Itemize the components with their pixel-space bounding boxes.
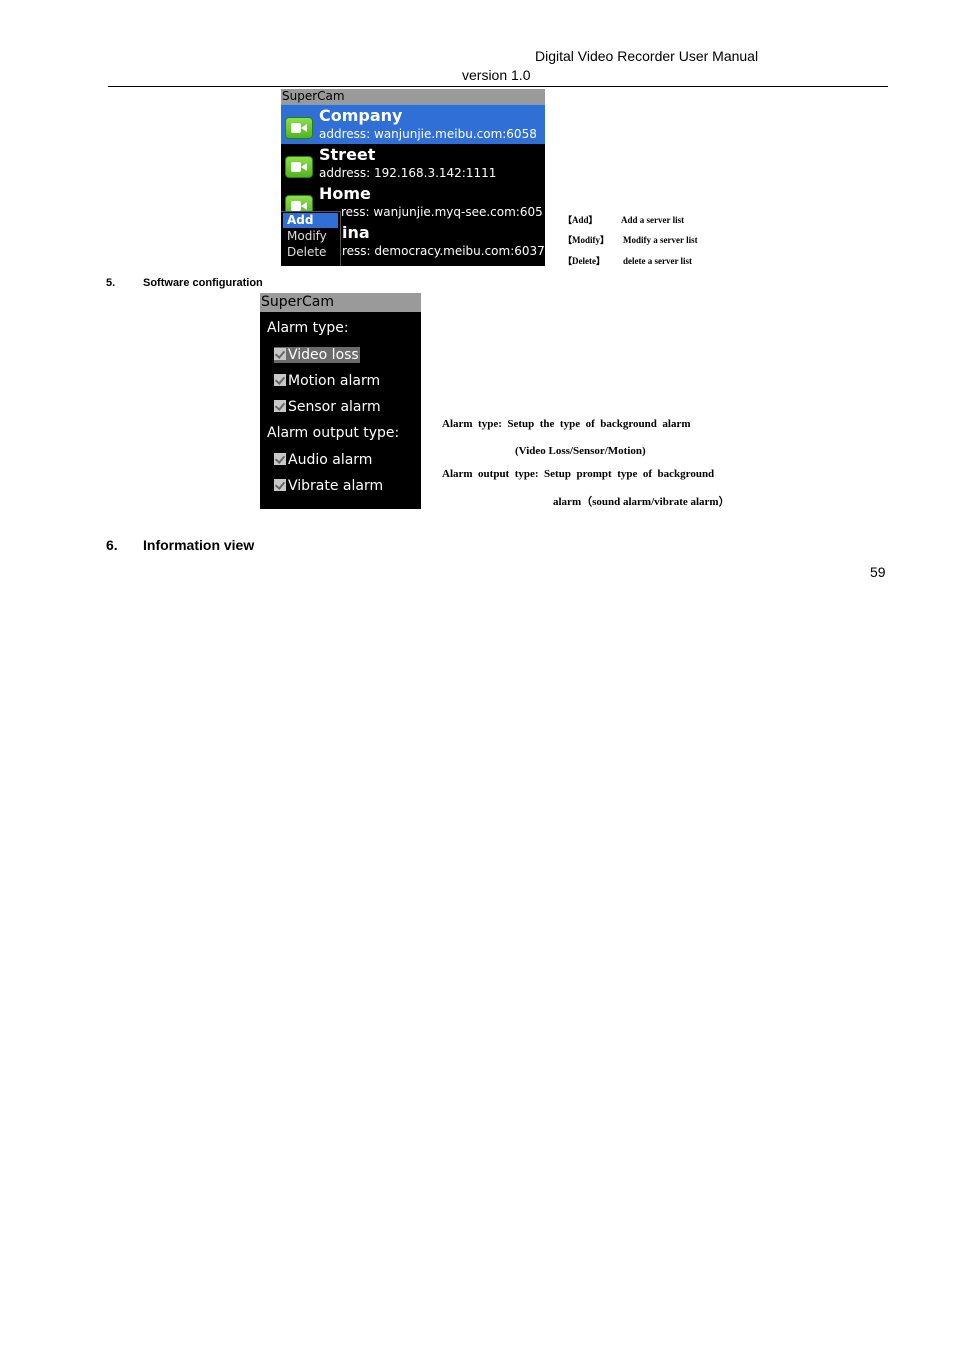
menu-item-modify[interactable]: Modify [283,229,338,244]
legend-desc: Add a server list [621,215,685,225]
checkbox-label: Vibrate alarm [288,478,384,494]
checkbox-motion-alarm[interactable]: Motion alarm [274,373,380,389]
server-name: ina [342,223,370,242]
server-address: address: wanjunjie.meibu.com:6058 [319,127,537,141]
desc-output-type: Alarm output type: Setup prompt type of … [442,468,715,480]
server-item-company[interactable]: Company address: wanjunjie.meibu.com:605… [281,105,545,144]
alarm-type-label: Alarm type: [267,320,349,336]
checkbox-sensor-alarm[interactable]: Sensor alarm [274,399,381,415]
legend-desc: Modify a server list [623,235,698,245]
server-name: Company [319,106,403,125]
desc-alarm-type: Alarm type: Setup the type of background… [442,418,691,430]
checkbox-audio-alarm[interactable]: Audio alarm [274,452,372,468]
header-divider [108,86,888,87]
legend-add: 【Add】 Add a server list [563,213,684,226]
checkbox-checked-icon [274,453,286,465]
checkbox-label: Audio alarm [288,452,373,468]
checkbox-label: Sensor alarm [288,399,381,415]
server-item-street[interactable]: Street address: 192.168.3.142:1111 [281,144,545,183]
section-number: 5. [106,277,116,289]
server-address: address: 192.168.3.142:1111 [319,166,497,180]
legend-modify: 【Modify】 Modify a server list [563,233,698,246]
legend-key: 【Add】 [563,215,598,225]
legend-delete: 【Delete】 delete a server list [563,254,692,267]
menu-item-delete[interactable]: Delete [283,245,338,260]
page-number: 59 [870,564,886,580]
menu-item-add[interactable]: Add [283,213,338,228]
checkbox-checked-icon [274,374,286,386]
server-address: ress: wanjunjie.myq-see.com:605 [341,205,543,219]
section-number: 6. [106,537,118,553]
video-camera-icon [285,117,313,139]
checkbox-vibrate-alarm[interactable]: Vibrate alarm [274,478,383,494]
server-name: Street [319,145,376,164]
document-version: version 1.0 [462,67,531,83]
checkbox-label: Video loss [288,347,359,363]
checkbox-checked-icon [274,348,286,360]
output-type-label: Alarm output type: [267,425,400,441]
section-title: Software configuration [143,277,263,289]
config-screenshot: SuperCam Alarm type: Video loss Motion a… [260,293,421,509]
document-title: Digital Video Recorder User Manual [535,48,759,64]
app-titlebar: SuperCam [281,89,545,105]
video-camera-icon [285,156,313,178]
checkbox-video-loss[interactable]: Video loss [274,347,360,363]
checkbox-label: Motion alarm [288,373,381,389]
context-menu: Add Modify Delete [281,211,341,266]
legend-desc: delete a server list [623,256,693,266]
desc-alarm-type-options: (Video Loss/Sensor/Motion) [515,445,646,457]
legend-key: 【Delete】 [563,256,605,266]
legend-key: 【Modify】 [563,235,609,245]
server-address: ress: democracy.meibu.com:6037 [342,244,545,258]
app-titlebar: SuperCam [260,293,421,312]
desc-output-type-options: alarm（sound alarm/vibrate alarm） [553,496,730,508]
checkbox-checked-icon [274,400,286,412]
server-name: Home [319,184,371,203]
server-list-screenshot: SuperCam Company address: wanjunjie.meib… [281,89,545,266]
section-title: Information view [143,537,255,553]
checkbox-checked-icon [274,479,286,491]
